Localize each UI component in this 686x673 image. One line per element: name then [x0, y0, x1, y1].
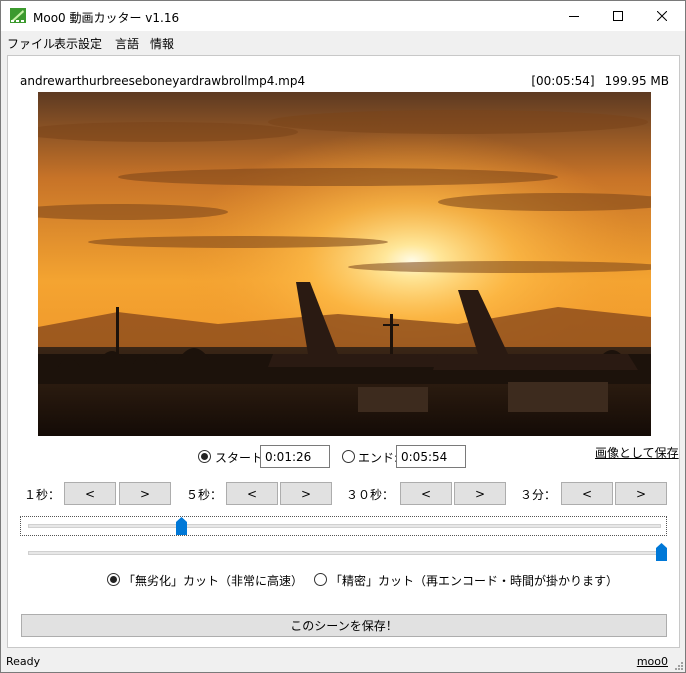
end-slider-thumb[interactable]	[655, 543, 667, 561]
minimize-icon	[569, 16, 579, 17]
menu-bar: ファイル 表示設定 言語 情報	[1, 32, 685, 53]
step-label-5s: ５秒：	[186, 488, 223, 502]
file-duration: [00:05:54]	[531, 74, 595, 88]
range-row: スタート: エンド: 画像として保存	[8, 445, 679, 469]
menu-file[interactable]: ファイル	[7, 35, 55, 52]
file-info: [00:05:54] 199.95 MB	[531, 74, 669, 88]
step-back-3m-button[interactable]: <	[561, 482, 613, 505]
maximize-icon	[613, 11, 623, 21]
minimize-button[interactable]	[551, 1, 597, 31]
start-slider-thumb[interactable]	[176, 517, 188, 535]
title-bar[interactable]: Moo0 動画カッター v1.16	[1, 1, 685, 31]
step-forward-3m-button[interactable]: >	[615, 482, 667, 505]
status-bar: Ready moo0	[1, 652, 685, 672]
video-preview[interactable]	[38, 92, 651, 436]
step-label-3m: ３分：	[520, 488, 557, 502]
lossless-cut-label[interactable]: 「無劣化」カット（非常に高速）	[123, 572, 303, 589]
close-icon	[657, 11, 667, 21]
step-label-30s: ３０秒：	[346, 488, 395, 502]
moo0-link[interactable]: moo0	[637, 655, 668, 668]
close-button[interactable]	[639, 1, 685, 31]
start-radio[interactable]	[198, 450, 211, 463]
save-as-image-link[interactable]: 画像として保存	[595, 444, 679, 461]
end-radio[interactable]	[342, 450, 355, 463]
end-time-input[interactable]	[396, 445, 466, 468]
maximize-button[interactable]	[595, 1, 641, 31]
step-back-30s-button[interactable]: <	[400, 482, 452, 505]
menu-info[interactable]: 情報	[150, 35, 174, 52]
file-name: andrewarthurbreeseboneyardrawbrollmp4.mp…	[20, 74, 306, 88]
step-forward-1s-button[interactable]: >	[119, 482, 171, 505]
step-forward-30s-button[interactable]: >	[454, 482, 506, 505]
start-time-input[interactable]	[260, 445, 330, 468]
menu-view-settings[interactable]: 表示設定	[54, 35, 102, 52]
cut-mode-row: 「無劣化」カット（非常に高速） 「精密」カット（再エンコード・時間が掛かります）	[8, 572, 679, 590]
video-frame-image	[38, 92, 651, 436]
step-back-5s-button[interactable]: <	[226, 482, 278, 505]
app-window: Moo0 動画カッター v1.16 ファイル 表示設定 言語 情報 andrew…	[0, 0, 686, 673]
precise-cut-radio[interactable]	[314, 573, 327, 586]
step-label-1s: １秒：	[24, 488, 61, 502]
step-back-1s-button[interactable]: <	[64, 482, 116, 505]
file-size: 199.95 MB	[604, 74, 669, 88]
main-panel: andrewarthurbreeseboneyardrawbrollmp4.mp…	[7, 55, 680, 648]
start-slider-track	[28, 524, 661, 528]
window-title: Moo0 動画カッター v1.16	[33, 11, 180, 25]
app-icon	[10, 8, 26, 23]
resize-grip-icon[interactable]	[673, 660, 683, 670]
lossless-cut-radio[interactable]	[107, 573, 120, 586]
end-label: エンド:	[358, 451, 399, 465]
step-forward-5s-button[interactable]: >	[280, 482, 332, 505]
end-slider-track[interactable]	[28, 551, 661, 555]
step-controls: １秒： < > ５秒： < > ３０秒： < > ３分： < >	[8, 482, 679, 506]
save-scene-button[interactable]: このシーンを保存！	[21, 614, 667, 637]
status-text: Ready	[6, 655, 41, 668]
precise-cut-label[interactable]: 「精密」カット（再エンコード・時間が掛かります）	[330, 572, 618, 589]
menu-language[interactable]: 言語	[115, 35, 139, 52]
start-slider[interactable]	[20, 516, 667, 536]
